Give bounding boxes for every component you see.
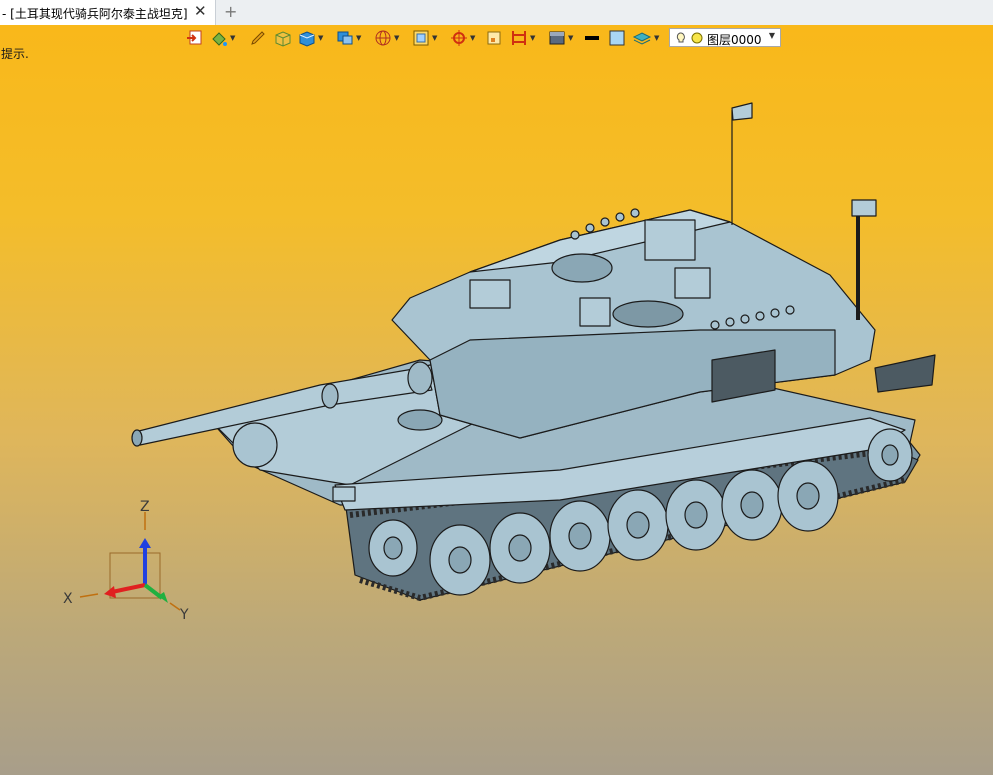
tank-model-view: Z X Y	[63, 102, 936, 623]
z-axis-label: Z	[140, 499, 150, 515]
x-axis-label: X	[63, 591, 73, 607]
axis-triad: Z X Y	[63, 499, 189, 623]
y-axis-label: Y	[179, 607, 189, 623]
tank-model[interactable]	[131, 102, 936, 601]
